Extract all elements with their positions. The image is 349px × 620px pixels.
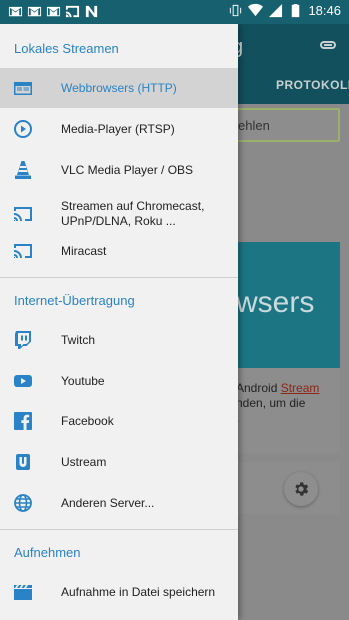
- background-stream-link: Stream: [280, 381, 320, 395]
- tab-protokolle: PROTOKOLLE: [276, 78, 349, 92]
- drawer-item-label: Youtube: [61, 373, 105, 388]
- status-time: 18:46: [308, 3, 341, 18]
- twitch-icon: [13, 330, 33, 350]
- battery-icon: [288, 3, 303, 18]
- drawer-item-label-line1: Streamen auf Chromecast,: [61, 199, 205, 213]
- background-text-line1: Android: [236, 381, 281, 395]
- drawer-item-webbrowsers[interactable]: Webbrowsers (HTTP): [0, 68, 238, 108]
- navigation-drawer: Lokales Streamen Webbrowsers (HTTP) Medi…: [0, 24, 238, 620]
- status-bar-right: 18:46: [228, 3, 341, 18]
- gmail-icon: [46, 4, 61, 19]
- vlc-cone-icon: [13, 160, 33, 180]
- drawer-item-facebook[interactable]: Facebook: [0, 401, 238, 441]
- drawer-item-record-file[interactable]: Aufnahme in Datei speichern: [0, 572, 238, 612]
- background-input: ehlen: [226, 108, 340, 142]
- youtube-icon: [13, 371, 33, 391]
- drawer-item-label: VLC Media Player / OBS: [61, 162, 194, 177]
- facebook-icon: [13, 411, 33, 431]
- drawer-item-label: Twitch: [61, 332, 96, 347]
- drawer-item-label: Ustream: [61, 454, 107, 469]
- signal-icon: [268, 3, 283, 18]
- background-text-line2: nden, um die: [236, 396, 306, 410]
- drawer-item-media-player[interactable]: Media-Player (RTSP): [0, 109, 238, 149]
- ustream-icon: [13, 452, 33, 472]
- drawer-item-label-line2: UPnP/DLNA, Roku ...: [61, 214, 176, 228]
- background-card-2: [226, 462, 340, 514]
- drawer-item-chromecast[interactable]: Streamen auf Chromecast, UPnP/DLNA, Roku …: [0, 192, 238, 236]
- divider: [0, 529, 238, 530]
- background-text: Android Stream nden, um die .: [226, 368, 340, 453]
- gear-icon: [284, 472, 318, 506]
- drawer-item-label: Anderen Server...: [61, 495, 155, 510]
- cast-icon: [13, 204, 33, 224]
- section-header-internet: Internet-Übertragung: [14, 293, 135, 308]
- drawer-item-label: Webbrowsers (HTTP): [61, 80, 177, 95]
- wifi-icon: [248, 3, 264, 18]
- background-input-text: ehlen: [238, 118, 270, 133]
- divider: [0, 277, 238, 278]
- drawer-item-youtube[interactable]: Youtube: [0, 361, 238, 401]
- cast-notification-icon: [65, 4, 80, 19]
- drawer-item-label: Streamen auf Chromecast, UPnP/DLNA, Roku …: [61, 199, 204, 229]
- drawer-item-label: Miracast: [61, 243, 107, 258]
- cast-icon: [13, 241, 33, 261]
- status-bar: 18:46: [0, 0, 349, 24]
- link-icon: [318, 37, 338, 53]
- gmail-icon: [27, 4, 42, 19]
- drawer-item-twitch[interactable]: Twitch: [0, 320, 238, 360]
- section-header-record: Aufnehmen: [14, 545, 81, 560]
- play-circle-icon: [13, 119, 33, 139]
- background-card: wsers: [226, 242, 340, 368]
- drawer-item-vlc[interactable]: VLC Media Player / OBS: [0, 150, 238, 190]
- drawer-item-label: Facebook: [61, 413, 114, 428]
- drawer-item-ustream[interactable]: Ustream: [0, 442, 238, 482]
- vibrate-icon: [228, 3, 243, 18]
- section-header-local: Lokales Streamen: [14, 41, 119, 56]
- gmail-icon: [8, 4, 23, 19]
- clapperboard-icon: [13, 582, 33, 602]
- globe-icon: [13, 493, 33, 513]
- browser-icon: [13, 78, 33, 98]
- drawer-item-miracast[interactable]: Miracast: [0, 231, 238, 271]
- background-card-text: wsers: [236, 286, 315, 319]
- drawer-item-label: Media-Player (RTSP): [61, 121, 175, 136]
- n-icon: [84, 4, 99, 19]
- drawer-item-other-server[interactable]: Anderen Server...: [0, 483, 238, 523]
- drawer-item-label: Aufnahme in Datei speichern: [61, 584, 216, 599]
- status-bar-left: [8, 4, 99, 19]
